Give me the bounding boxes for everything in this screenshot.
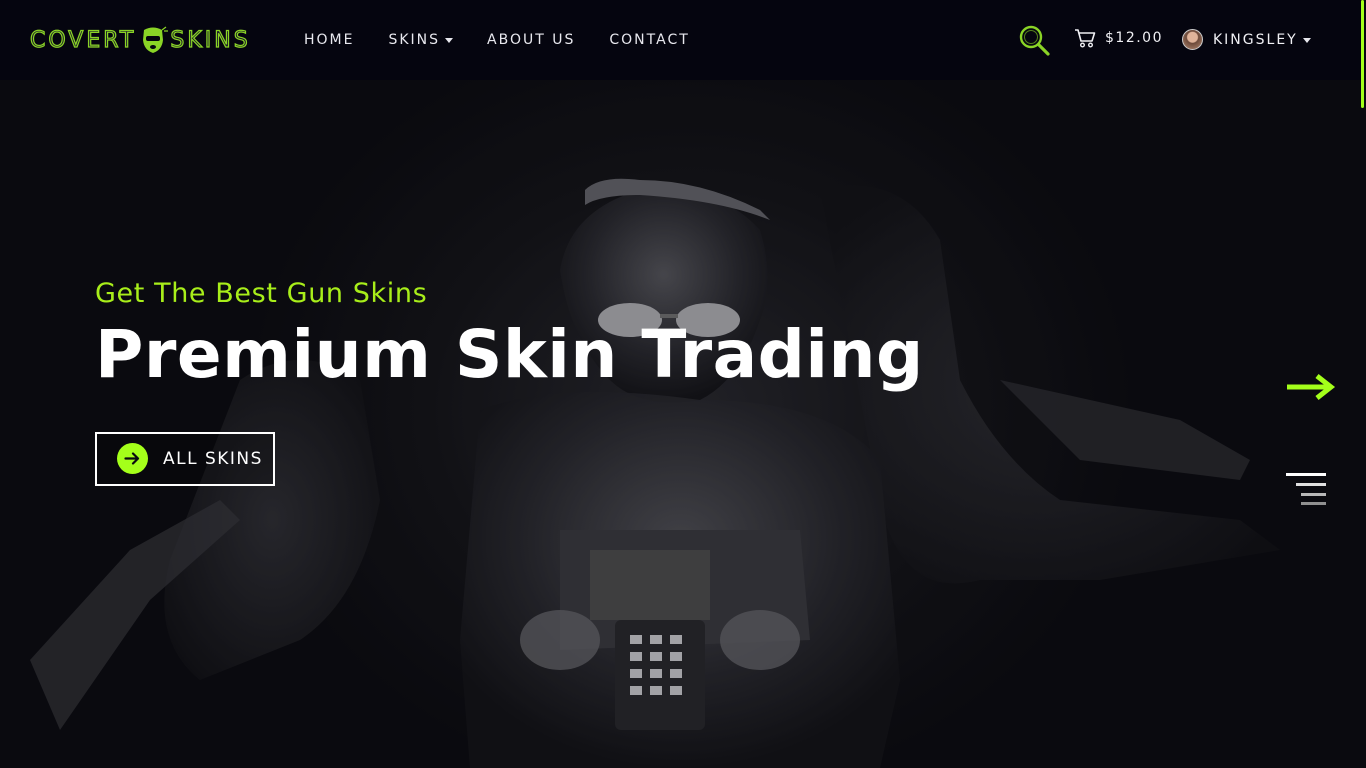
user-name: KINGSLEY bbox=[1213, 31, 1298, 48]
scrollbar-thumb[interactable] bbox=[1361, 0, 1364, 108]
nav-about-us[interactable]: ABOUT US bbox=[487, 32, 575, 48]
hero-content: Get The Best Gun Skins Premium Skin Trad… bbox=[95, 278, 924, 486]
menu-lines-icon[interactable] bbox=[1284, 473, 1328, 507]
site-logo[interactable]: COVERT SKINS bbox=[29, 24, 251, 56]
search-icon[interactable] bbox=[1018, 24, 1050, 56]
arrow-right-circle-icon bbox=[117, 443, 148, 475]
all-skins-button[interactable]: ALL SKINS bbox=[95, 431, 275, 486]
top-navbar: COVERT SKINS HOME SKINS ABOUT US CONTACT… bbox=[0, 0, 1366, 80]
user-menu[interactable]: KINGSLEY bbox=[1182, 29, 1311, 50]
hero-kicker: Get The Best Gun Skins bbox=[95, 278, 428, 309]
logo-text-right: SKINS bbox=[170, 27, 251, 53]
hero-title: Premium Skin Trading bbox=[95, 316, 924, 393]
nav-home[interactable]: HOME bbox=[304, 32, 354, 48]
cart-icon bbox=[1075, 29, 1096, 48]
avatar bbox=[1182, 29, 1203, 50]
nav-contact[interactable]: CONTACT bbox=[609, 32, 689, 48]
hero-section: Get The Best Gun Skins Premium Skin Trad… bbox=[0, 80, 1366, 768]
cart-total: $12.00 bbox=[1105, 30, 1163, 46]
cart-button[interactable]: $12.00 bbox=[1074, 28, 1163, 48]
nav-skins[interactable]: SKINS bbox=[388, 32, 454, 48]
chevron-down-icon bbox=[445, 38, 454, 43]
main-nav: HOME SKINS ABOUT US CONTACT bbox=[304, 0, 724, 80]
balaclava-mask-icon bbox=[143, 26, 169, 53]
all-skins-label: ALL SKINS bbox=[163, 448, 263, 469]
logo-text-left: COVERT bbox=[29, 27, 137, 53]
arrow-right-icon[interactable] bbox=[1285, 372, 1337, 402]
chevron-down-icon bbox=[1302, 37, 1311, 43]
